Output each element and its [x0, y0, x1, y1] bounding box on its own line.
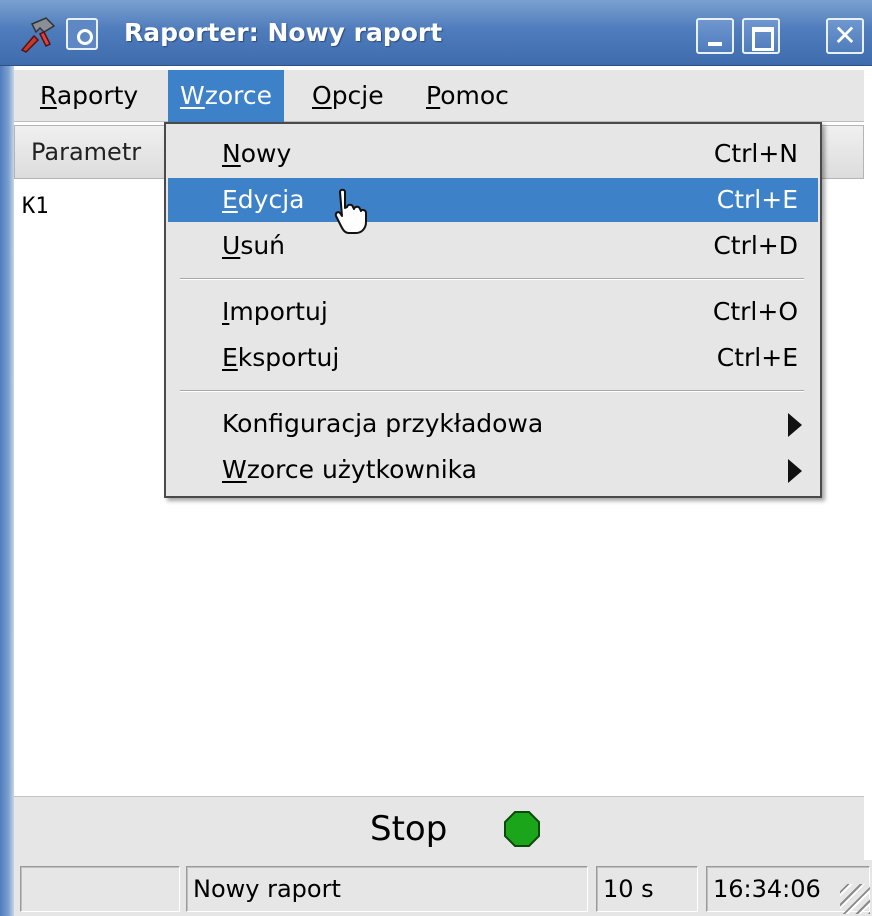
menu-item-wzorce-uzytkownika[interactable]: Wzorce użytkownika: [168, 448, 818, 492]
maximize-button[interactable]: [742, 18, 780, 54]
menu-item-edycja[interactable]: Edycja Ctrl+E: [168, 178, 818, 222]
menu-raporty[interactable]: Raporty: [28, 70, 150, 122]
status-bar: Nowy raport 10 s 16:34:06: [14, 860, 872, 916]
shortcut-label: Ctrl+D: [713, 231, 798, 260]
menubar: Raporty Wzorce Opcje Pomoc: [14, 70, 864, 122]
shortcut-label: Ctrl+O: [712, 297, 798, 326]
window-frame-left: [0, 66, 14, 916]
window-title: Raporter: Nowy raport: [124, 18, 443, 47]
list-item[interactable]: K1: [22, 194, 49, 219]
close-icon: ✕: [833, 19, 857, 52]
menu-item-importuj[interactable]: Importuj Ctrl+O: [168, 290, 818, 334]
shortcut-label: Ctrl+E: [716, 185, 798, 214]
shortcut-label: Ctrl+N: [713, 139, 798, 168]
close-button[interactable]: ✕: [826, 18, 864, 54]
submenu-arrow-icon: [788, 459, 802, 483]
menu-item-konfiguracja-przykladowa[interactable]: Konfiguracja przykładowa: [168, 402, 818, 446]
status-report-name: Nowy raport: [186, 866, 588, 912]
resize-grip[interactable]: [840, 884, 870, 914]
submenu-arrow-icon: [788, 413, 802, 437]
column-header-parametr: Parametr: [31, 138, 142, 166]
menu-wzorce[interactable]: Wzorce: [168, 70, 285, 122]
stop-button[interactable]: Stop: [370, 809, 447, 849]
shortcut-label: Ctrl+E: [716, 343, 798, 372]
status-cell-empty: [20, 866, 180, 912]
title-bar[interactable]: Raporter: Nowy raport ✕: [0, 0, 872, 66]
menu-pomoc[interactable]: Pomoc: [414, 70, 521, 122]
status-interval: 10 s: [596, 866, 698, 912]
menu-separator: [180, 278, 804, 280]
menu-opcje[interactable]: Opcje: [300, 70, 396, 122]
stop-panel: Stop: [14, 796, 864, 860]
app-hammer-icon[interactable]: [16, 14, 58, 54]
status-indicator-icon: [504, 811, 540, 847]
menu-item-nowy[interactable]: Nowy Ctrl+N: [168, 132, 818, 176]
menu-item-eksportuj[interactable]: Eksportuj Ctrl+E: [168, 336, 818, 380]
wzorce-dropdown-menu: Nowy Ctrl+N Edycja Ctrl+E Usuń Ctrl+D Im…: [164, 122, 822, 498]
minimize-button[interactable]: [696, 18, 734, 54]
menu-separator: [180, 390, 804, 392]
menu-item-usun[interactable]: Usuń Ctrl+D: [168, 224, 818, 268]
window-menu-button[interactable]: [66, 18, 98, 50]
hand-cursor-icon: [334, 188, 367, 234]
